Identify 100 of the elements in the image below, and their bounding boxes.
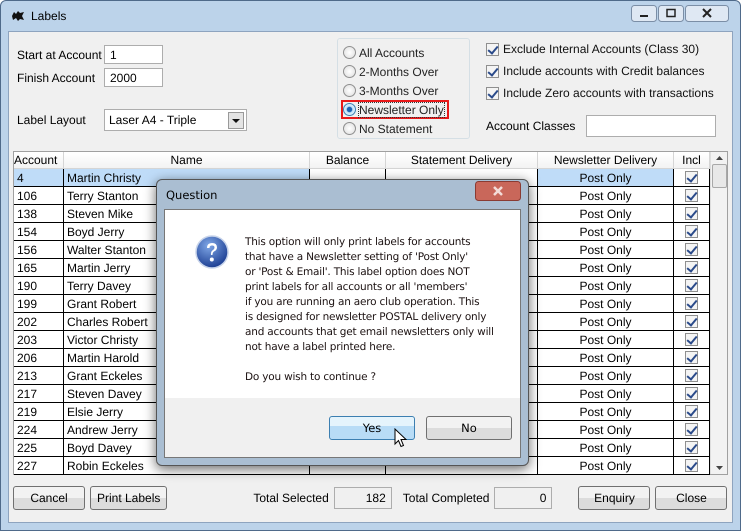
table-cell: 217 bbox=[14, 385, 64, 403]
radio-label[interactable]: 3-Months Over bbox=[359, 84, 438, 98]
radio-button[interactable] bbox=[343, 103, 356, 116]
radio-button[interactable] bbox=[343, 65, 356, 78]
question-icon bbox=[195, 235, 229, 269]
column-header[interactable]: Account bbox=[14, 152, 64, 169]
checkbox-label: Exclude Internal Accounts (Class 30) bbox=[503, 42, 700, 56]
table-cell: Post Only bbox=[538, 367, 674, 385]
radio-button[interactable] bbox=[343, 46, 356, 59]
table-cell: 156 bbox=[14, 241, 64, 259]
table-cell: 202 bbox=[14, 313, 64, 331]
table-cell: Post Only bbox=[538, 169, 674, 187]
field-label: Finish Account bbox=[17, 70, 96, 84]
checkbox-label: Include Zero accounts with transactions bbox=[503, 86, 714, 100]
table-cell: 219 bbox=[14, 403, 64, 421]
column-header[interactable]: Name bbox=[64, 152, 310, 169]
field-label: Label Layout bbox=[17, 113, 87, 127]
column-header[interactable]: Statement Delivery bbox=[386, 152, 538, 169]
table-cell: 225 bbox=[14, 439, 64, 457]
checkbox[interactable] bbox=[685, 369, 698, 382]
action-button[interactable]: Enquiry bbox=[578, 486, 650, 510]
checkbox[interactable] bbox=[685, 225, 698, 238]
table-cell: 227 bbox=[14, 457, 64, 475]
checkbox-label: Include accounts with Credit balances bbox=[503, 64, 704, 78]
table-cell: Post Only bbox=[538, 457, 674, 475]
radio-label[interactable]: 2-Months Over bbox=[359, 64, 438, 78]
total-label: Total Selected bbox=[253, 490, 329, 504]
dialog-title: Question bbox=[166, 188, 218, 202]
table-cell: 4 bbox=[14, 169, 64, 187]
checkbox[interactable] bbox=[486, 42, 499, 56]
table-cell: Post Only bbox=[538, 295, 674, 313]
table-cell: 224 bbox=[14, 421, 64, 439]
radio-button[interactable] bbox=[343, 84, 356, 97]
checkbox[interactable] bbox=[685, 441, 698, 454]
field-label: Start at Account bbox=[17, 48, 103, 62]
total-label: Total Completed bbox=[402, 490, 490, 504]
scrollbar[interactable] bbox=[710, 152, 727, 474]
action-button[interactable]: Cancel bbox=[13, 486, 85, 510]
table-cell: Post Only bbox=[538, 259, 674, 277]
table-cell: Post Only bbox=[538, 349, 674, 367]
minimize-button[interactable] bbox=[631, 4, 657, 22]
input-field[interactable] bbox=[586, 115, 716, 137]
checkbox[interactable] bbox=[685, 243, 698, 256]
checkbox[interactable] bbox=[685, 423, 698, 436]
table-cell: Post Only bbox=[538, 187, 674, 205]
checkbox[interactable] bbox=[685, 189, 698, 202]
table-cell: 206 bbox=[14, 349, 64, 367]
checkbox[interactable] bbox=[486, 86, 499, 100]
column-header[interactable]: Newsletter Delivery bbox=[538, 152, 674, 169]
table-cell: 190 bbox=[14, 277, 64, 295]
table-cell: Post Only bbox=[538, 205, 674, 223]
table-cell: 213 bbox=[14, 367, 64, 385]
table-cell: Post Only bbox=[538, 403, 674, 421]
checkbox[interactable] bbox=[685, 459, 698, 472]
checkbox[interactable] bbox=[685, 333, 698, 346]
layout-dropdown[interactable]: Laser A4 - Triple bbox=[104, 109, 247, 131]
total-field: 0 bbox=[494, 486, 552, 508]
total-field: 182 bbox=[334, 486, 392, 508]
table-cell: 199 bbox=[14, 295, 64, 313]
checkbox[interactable] bbox=[685, 351, 698, 364]
checkbox[interactable] bbox=[685, 387, 698, 400]
table-cell: 106 bbox=[14, 187, 64, 205]
action-button[interactable]: Close bbox=[655, 486, 728, 510]
window-title: Labels bbox=[31, 9, 66, 23]
close-button[interactable] bbox=[685, 4, 729, 22]
input-field[interactable]: 1 bbox=[104, 45, 163, 64]
checkbox[interactable] bbox=[685, 261, 698, 274]
dialog-button[interactable]: No bbox=[426, 416, 512, 440]
action-button[interactable]: Print Labels bbox=[90, 486, 168, 510]
checkbox[interactable] bbox=[486, 64, 499, 78]
table-cell: Post Only bbox=[538, 277, 674, 295]
table-cell: Post Only bbox=[538, 241, 674, 259]
table-cell: Post Only bbox=[538, 421, 674, 439]
input-field[interactable]: 2000 bbox=[104, 68, 163, 87]
table-cell: 165 bbox=[14, 259, 64, 277]
checkbox[interactable] bbox=[685, 171, 698, 184]
close-button[interactable] bbox=[475, 180, 521, 200]
column-header[interactable]: Incl bbox=[674, 152, 710, 169]
checkbox[interactable] bbox=[685, 405, 698, 418]
table-cell: Post Only bbox=[538, 313, 674, 331]
field-label: Account Classes bbox=[486, 119, 576, 133]
checkbox[interactable] bbox=[685, 315, 698, 328]
maximize-button[interactable] bbox=[658, 4, 684, 22]
table-cell: 138 bbox=[14, 205, 64, 223]
radio-label[interactable]: Newsletter Only bbox=[359, 102, 444, 116]
table-cell: Post Only bbox=[538, 223, 674, 241]
radio-button[interactable] bbox=[343, 122, 356, 135]
checkbox[interactable] bbox=[685, 207, 698, 220]
table-cell: Post Only bbox=[538, 331, 674, 349]
table-cell: 154 bbox=[14, 223, 64, 241]
radio-label[interactable]: No Statement bbox=[359, 122, 432, 136]
checkbox[interactable] bbox=[685, 279, 698, 292]
column-header[interactable]: Balance bbox=[310, 152, 386, 169]
scroll-thumb[interactable] bbox=[712, 164, 726, 188]
app-icon bbox=[11, 10, 25, 22]
radio-label[interactable]: All Accounts bbox=[359, 46, 424, 60]
table-cell: 203 bbox=[14, 331, 64, 349]
checkbox[interactable] bbox=[685, 297, 698, 310]
table-cell: Post Only bbox=[538, 385, 674, 403]
table-cell: Post Only bbox=[538, 439, 674, 457]
